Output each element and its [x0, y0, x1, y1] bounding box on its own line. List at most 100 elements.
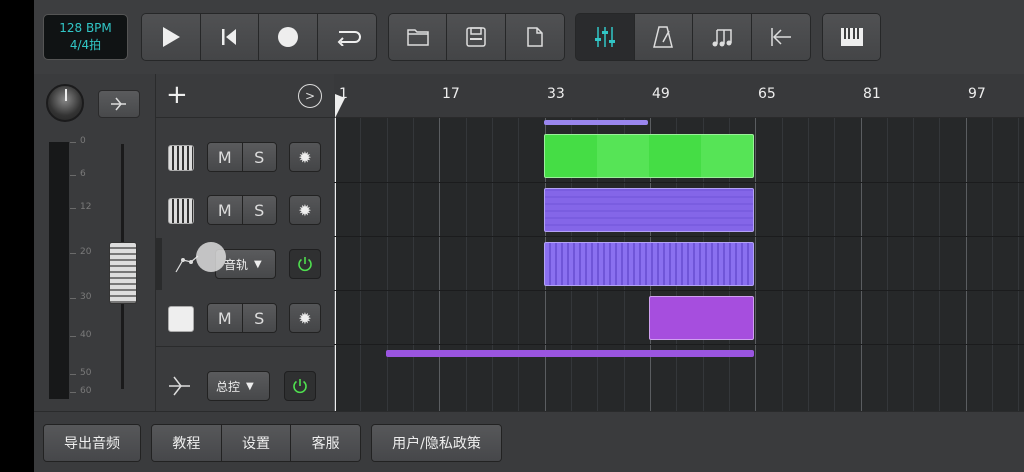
solo-button[interactable]: S [242, 304, 276, 332]
clip-thin[interactable] [544, 120, 648, 125]
pan-knob[interactable] [46, 84, 84, 122]
mute-button[interactable]: M [208, 143, 243, 171]
tempo-display[interactable]: 128 BPM 4/4拍 [43, 14, 128, 60]
piano-button[interactable] [823, 14, 880, 60]
bar-number: 49 [652, 86, 670, 102]
master-dropdown[interactable]: 总控 ▼ [207, 371, 270, 401]
midi-clip-green[interactable] [544, 134, 754, 178]
master-power-button[interactable] [284, 371, 316, 401]
new-file-icon [527, 27, 543, 47]
db-label: 60 [80, 386, 92, 396]
keyboard-track-icon [168, 198, 194, 224]
track-settings-button[interactable]: ✹ [289, 303, 321, 333]
playhead-marker[interactable] [334, 94, 346, 118]
export-audio-button[interactable]: 导出音频 [44, 425, 140, 461]
grid-line [887, 118, 888, 411]
dropdown-value: 总控 [216, 379, 241, 394]
notes-icon [712, 29, 732, 47]
tutorial-button[interactable]: 教程 [152, 425, 222, 461]
grid-line [755, 118, 756, 411]
return-to-start-button[interactable] [751, 14, 810, 60]
grid-line [439, 118, 440, 411]
track-list-header: + > [156, 74, 334, 118]
db-label: 0 [80, 136, 86, 146]
return-to-start-icon [771, 28, 791, 46]
solo-button[interactable]: S [242, 196, 276, 224]
view-group [575, 13, 811, 61]
save-button[interactable] [447, 14, 506, 60]
gear-icon: ✹ [298, 147, 312, 167]
grid-line [518, 118, 519, 411]
play-button[interactable] [142, 14, 201, 60]
track-settings-button[interactable]: ✹ [289, 142, 321, 172]
grid-line [808, 118, 809, 411]
keyboard-group [822, 13, 881, 61]
volume-fader[interactable] [109, 242, 137, 304]
grid-line [782, 118, 783, 411]
chevron-right-icon: > [304, 89, 316, 103]
grid-line [334, 118, 335, 411]
master-clip[interactable] [386, 350, 754, 357]
grid-line [966, 118, 967, 411]
track-list: + > M S ✹ M S ✹ 音轨 ▼ M S ✹ 总控 ▼ [156, 74, 334, 411]
triangle-down-icon: ▼ [246, 380, 254, 392]
time-signature: 4/4拍 [69, 38, 102, 52]
grid-line [913, 118, 914, 411]
mute-solo-group: M S [207, 195, 277, 225]
bottom-bar: 导出音频 教程 设置 客服 用户/隐私政策 [34, 411, 1024, 472]
send-button[interactable] [98, 90, 140, 118]
master-output-icon [169, 376, 190, 396]
mixer-icon [594, 27, 615, 47]
master-mixer: 0 6 12 20 30 40 50 60 [34, 74, 156, 411]
track-divider [334, 236, 1024, 237]
gear-icon: ✹ [298, 308, 312, 328]
privacy-policy-button[interactable]: 用户/隐私政策 [372, 425, 501, 461]
triangle-down-icon: ▼ [254, 258, 262, 270]
settings-button[interactable]: 设置 [221, 425, 292, 461]
db-label: 12 [80, 202, 92, 212]
new-file-button[interactable] [505, 14, 564, 60]
metronome-icon [653, 26, 674, 48]
bar-number: 97 [968, 86, 986, 102]
record-button[interactable] [259, 14, 318, 60]
grid-line [861, 118, 862, 411]
dropdown-value: 音轨 [224, 257, 249, 272]
arrangement-view[interactable]: 1 17 33 49 65 81 97 [334, 74, 1024, 411]
db-scale: 0 6 12 20 30 40 50 60 [70, 136, 100, 399]
mute-button[interactable]: M [208, 304, 243, 332]
customer-service-button[interactable]: 客服 [291, 425, 360, 461]
open-button[interactable] [389, 14, 448, 60]
track-settings-button[interactable]: ✹ [289, 195, 321, 225]
export-group: 导出音频 [43, 424, 141, 462]
db-label: 40 [80, 330, 92, 340]
metronome-button[interactable] [634, 14, 693, 60]
db-label: 6 [80, 169, 86, 179]
skip-back-button[interactable] [200, 14, 259, 60]
mute-button[interactable]: M [208, 196, 243, 224]
mute-solo-group: M S [207, 142, 277, 172]
loop-button[interactable] [317, 14, 376, 60]
power-button[interactable] [289, 249, 321, 279]
transport-group [141, 13, 377, 61]
add-track-button[interactable]: + [166, 82, 188, 108]
plus-icon: + [166, 80, 188, 110]
daw-app: 128 BPM 4/4拍 0 6 12 20 30 40 50 60 + > M… [34, 0, 1024, 472]
solo-button[interactable]: S [242, 143, 276, 171]
drum-clip-magenta[interactable] [649, 296, 754, 340]
bpm-value: 128 BPM [59, 21, 112, 35]
record-icon [277, 27, 298, 47]
audio-clip-purple[interactable] [544, 242, 754, 286]
notes-button[interactable] [693, 14, 752, 60]
midi-clip-purple[interactable] [544, 188, 754, 232]
timeline-ruler[interactable]: 1 17 33 49 65 81 97 [334, 74, 1024, 118]
send-icon [111, 97, 126, 111]
bar-number: 81 [863, 86, 881, 102]
gear-icon: ✹ [298, 200, 312, 220]
mixer-button[interactable] [576, 14, 635, 60]
grid-line [939, 118, 940, 411]
drum-track-icon [168, 306, 194, 332]
expand-button[interactable]: > [298, 84, 322, 108]
skip-back-icon [222, 29, 237, 45]
touch-indicator [196, 242, 226, 272]
bar-number: 65 [758, 86, 776, 102]
